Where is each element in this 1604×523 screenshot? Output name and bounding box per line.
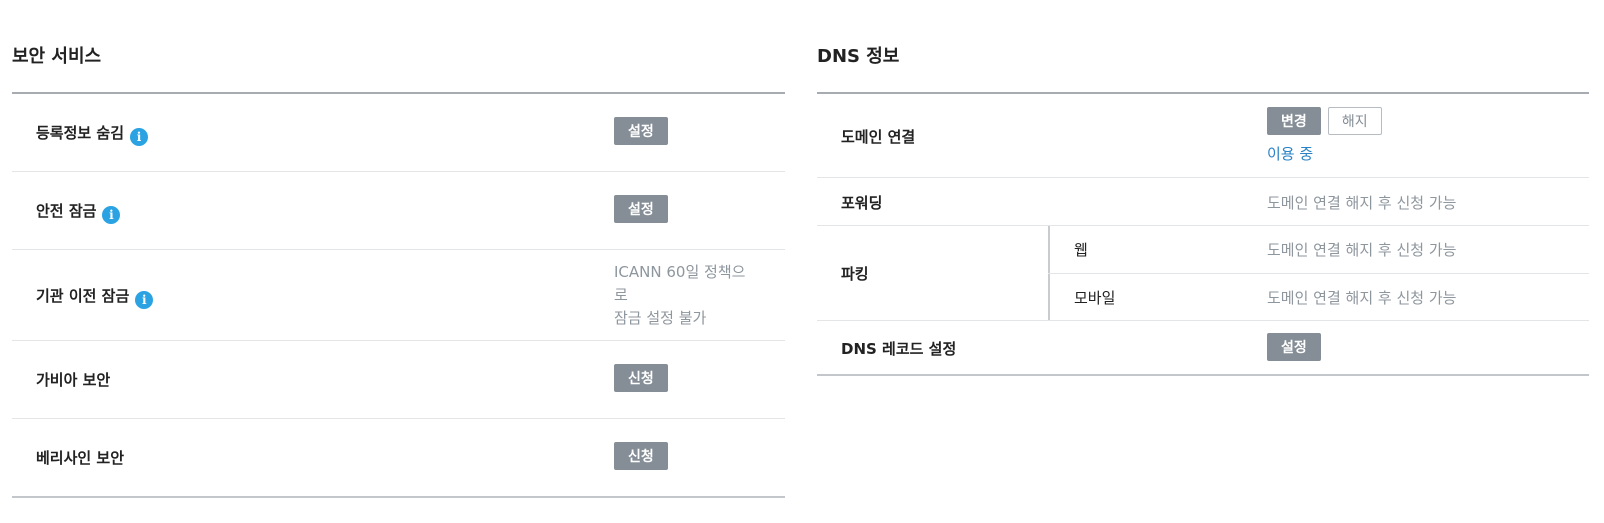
dns-section-title: DNS 정보 [817,46,900,67]
row-registration-hide: 등록정보 숨김 i 설정 [12,94,785,172]
gabia-security-apply-button[interactable]: 신청 [614,364,668,392]
verisign-security-apply-button[interactable]: 신청 [614,442,668,470]
dns-record-label: DNS 레코드 설정 [841,340,957,358]
domain-link-status: 이용 중 [1267,145,1314,163]
registration-hide-setting-button[interactable]: 설정 [614,117,668,145]
security-table: 등록정보 숨김 i 설정 안전 잠금 i 설정 기관 이전 잠금 i ICANN 60… [12,92,785,498]
parking-mobile-row: 모바일 도메인 연결 해지 후 신청 가능 [1048,274,1589,321]
row-safe-lock: 안전 잠금 i 설정 [12,172,785,250]
dns-record-setting-button[interactable]: 설정 [1267,333,1321,361]
row-parking: 파킹 웹 도메인 연결 해지 후 신청 가능 모바일 도메인 연결 해지 후 신… [817,226,1589,321]
parking-mobile-label: 모바일 [1074,289,1116,307]
agency-transfer-lock-note: ICANN 60일 정책으 로 잠금 설정 불가 [614,263,746,327]
info-icon[interactable]: i [135,291,154,309]
parking-web-value: 도메인 연결 해지 후 신청 가능 [1267,241,1457,259]
forwarding-label: 포워딩 [841,194,883,212]
security-section-title: 보안 서비스 [12,46,102,67]
safe-lock-setting-button[interactable]: 설정 [614,195,668,223]
parking-mobile-value: 도메인 연결 해지 후 신청 가능 [1267,289,1457,307]
domain-link-controls: 변경 해지 이용 중 [1267,107,1382,164]
row-verisign-security: 베리사인 보안 신청 [12,419,785,498]
dns-table: 도메인 연결 변경 해지 이용 중 포워딩 도메인 연결 해지 후 신청 가능 … [817,92,1589,376]
row-agency-transfer-lock: 기관 이전 잠금 i ICANN 60일 정책으 로 잠금 설정 불가 [12,250,785,341]
row-domain-link: 도메인 연결 변경 해지 이용 중 [817,94,1589,178]
info-icon[interactable]: i [130,128,149,146]
safe-lock-label: 안전 잠금 i [36,200,121,224]
parking-web-label: 웹 [1074,241,1088,259]
info-icon[interactable]: i [102,206,121,224]
verisign-security-label: 베리사인 보안 [36,449,125,467]
row-gabia-security: 가비아 보안 신청 [12,341,785,419]
parking-label: 파킹 [841,265,869,283]
registration-hide-label: 등록정보 숨김 i [36,122,149,146]
domain-link-change-button[interactable]: 변경 [1267,107,1321,135]
forwarding-value: 도메인 연결 해지 후 신청 가능 [1267,194,1457,212]
parking-web-row: 웹 도메인 연결 해지 후 신청 가능 [1048,226,1589,274]
domain-link-label: 도메인 연결 [841,128,916,146]
domain-link-release-button[interactable]: 해지 [1327,107,1382,135]
row-dns-record: DNS 레코드 설정 설정 [817,321,1589,376]
agency-transfer-lock-label: 기관 이전 잠금 i [36,285,154,309]
row-forwarding: 포워딩 도메인 연결 해지 후 신청 가능 [817,178,1589,226]
gabia-security-label: 가비아 보안 [36,371,111,389]
